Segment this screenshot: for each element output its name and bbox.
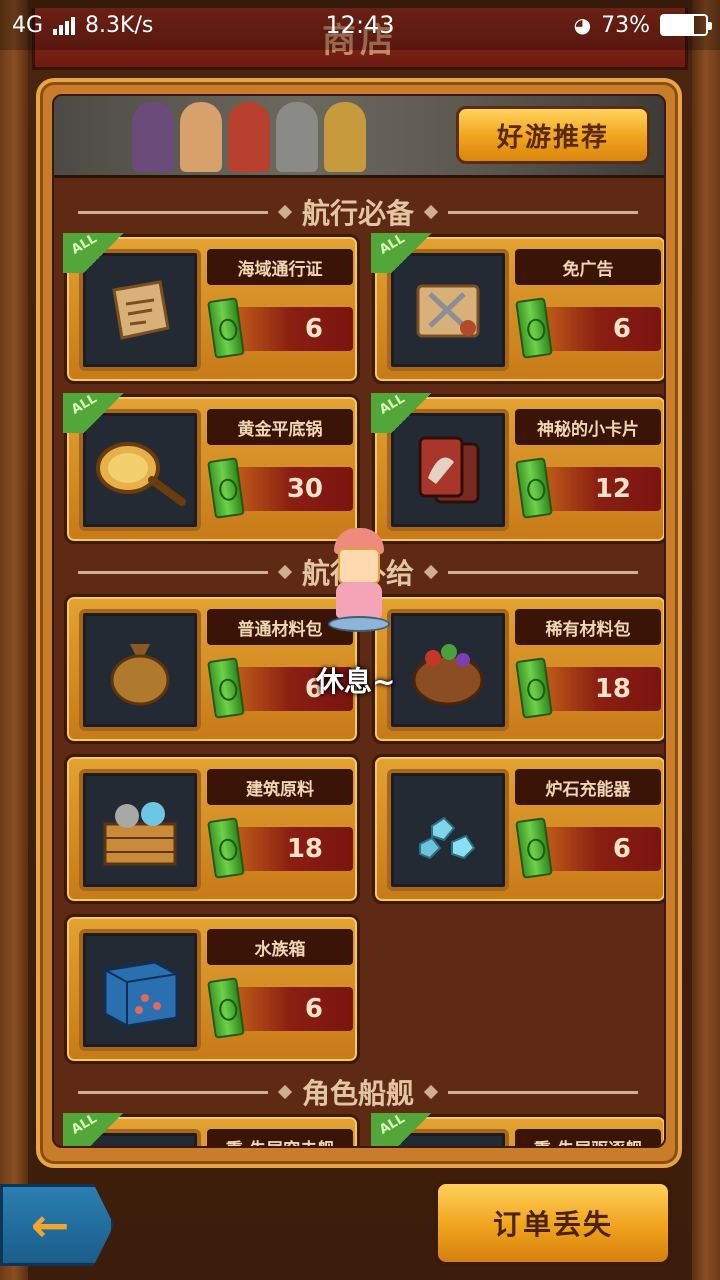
network-speed: 8.3K/s — [85, 12, 154, 38]
battery-percent: 73% — [601, 12, 650, 38]
shop-item-card[interactable]: ALL 熏·失尾突击舰 — [63, 1111, 360, 1146]
price-button[interactable]: 6 — [535, 307, 661, 351]
item-name: 熏·失尾突击舰 — [207, 1129, 353, 1146]
item-name: 建筑原料 — [207, 769, 353, 805]
shop-item-card[interactable]: ALL 熏·失尾驱逐舰 — [371, 1111, 664, 1146]
building-crate-icon — [79, 769, 201, 891]
aquarium-icon — [79, 929, 201, 1051]
price-button[interactable]: 6 — [227, 987, 353, 1031]
item-name: 水族箱 — [207, 929, 353, 965]
all-badge: ALL — [371, 231, 441, 273]
network-type: 4G — [12, 12, 44, 38]
material-bag-icon — [79, 609, 201, 731]
price-button[interactable]: 6 — [227, 307, 353, 351]
item-name: 免广告 — [515, 249, 661, 285]
section-title-essentials: 航行必备 — [78, 194, 639, 230]
banner-characters — [132, 102, 366, 172]
clock: 12:43 — [325, 11, 395, 39]
shop-item-card[interactable]: ALL 免广告 6 — [371, 231, 664, 384]
status-bar: 4G 8.3K/s 12:43 ◕ 73% — [0, 0, 720, 50]
all-badge: ALL — [371, 391, 441, 433]
wifi-icon: ◕ — [573, 13, 592, 37]
crystal-charger-icon — [387, 769, 509, 891]
resting-character — [328, 528, 390, 636]
price-button[interactable]: 18 — [227, 827, 353, 871]
item-name: 炉石充能器 — [515, 769, 661, 805]
shop-item-card[interactable]: 建筑原料 18 — [64, 754, 360, 904]
item-name: 神秘的小卡片 — [515, 409, 661, 445]
shop-item-card[interactable]: 稀有材料包 18 — [372, 594, 664, 744]
all-badge: ALL — [63, 391, 133, 433]
price-button[interactable]: 12 — [535, 467, 661, 511]
all-badge: ALL — [63, 1111, 133, 1146]
shop-item-card[interactable]: ALL 黄金平底锅 30 — [63, 391, 360, 544]
section-title-ships: 角色船舰 — [78, 1074, 639, 1110]
promo-banner: 好游推荐 — [54, 96, 664, 178]
shop-item-card[interactable]: ALL 神秘的小卡片 12 — [371, 391, 664, 544]
shop-item-card[interactable]: 水族箱 6 — [64, 914, 360, 1064]
shop-item-card[interactable]: 炉石充能器 6 — [372, 754, 664, 904]
shop-item-card[interactable]: ALL 海域通行证 6 — [63, 231, 360, 384]
order-lost-button[interactable]: 订单丢失 — [434, 1180, 672, 1266]
all-badge: ALL — [371, 1111, 441, 1146]
price-button[interactable]: 30 — [227, 467, 353, 511]
signal-icon — [53, 15, 76, 35]
item-name: 黄金平底锅 — [207, 409, 353, 445]
back-button[interactable]: ← — [0, 1184, 114, 1266]
item-name: 稀有材料包 — [515, 609, 661, 645]
rare-bag-icon — [387, 609, 509, 731]
item-name: 熏·失尾驱逐舰 — [515, 1129, 661, 1146]
battery-icon — [660, 14, 712, 36]
price-button[interactable]: 18 — [535, 667, 661, 711]
item-name: 海域通行证 — [207, 249, 353, 285]
price-button[interactable]: 6 — [535, 827, 661, 871]
back-arrow-icon: ← — [30, 1198, 70, 1252]
rest-label: 休息~ — [316, 665, 396, 698]
all-badge: ALL — [63, 231, 133, 273]
recommend-games-button[interactable]: 好游推荐 — [456, 106, 650, 164]
